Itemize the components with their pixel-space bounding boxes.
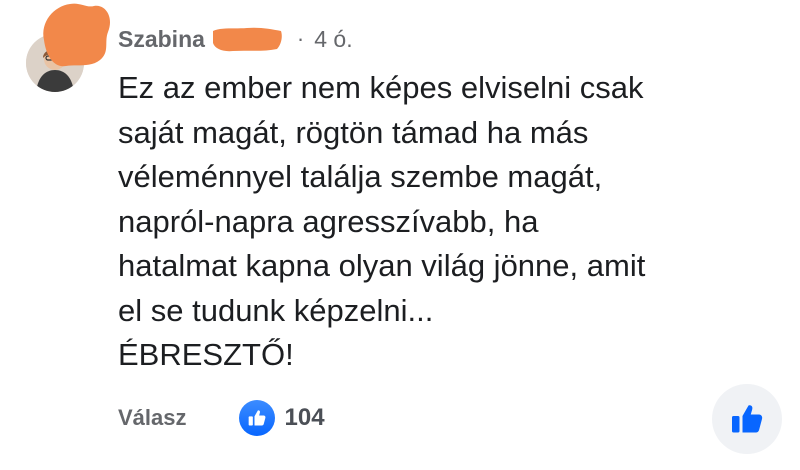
like-icon [238, 400, 275, 436]
comment-line: Ez az ember nem képes elviselni csak [118, 70, 644, 105]
reaction-summary[interactable]: 104 [238, 400, 325, 436]
comment-line: véleménnyel találja szembe magát, [118, 159, 603, 194]
author-name[interactable]: Szabina [118, 26, 205, 53]
redaction-mark [43, 3, 111, 67]
comment-line: ÉBRESZTŐ! [118, 337, 294, 372]
comment-text: Ez az ember nem képes elviselni csak saj… [118, 66, 778, 378]
name-redaction-mark [211, 27, 283, 52]
comment: Szabina · 4 ó. Ez az ember nem képes elv… [0, 0, 800, 470]
comment-line: saját magát, rögtön támad ha más [118, 114, 589, 150]
reaction-count: 104 [284, 404, 325, 431]
reply-button[interactable]: Válasz [118, 405, 187, 431]
comment-actions: Válasz 104 [118, 398, 325, 438]
comment-line: hatalmat kapna olyan világ jönne, amit [118, 248, 646, 283]
comment-line: el se tudunk képzelni... [118, 292, 434, 328]
like-button[interactable] [712, 384, 782, 454]
thumbs-up-icon [732, 405, 763, 433]
comment-line: napról-napra agresszívabb, ha [118, 203, 539, 239]
meta-separator: · [296, 26, 305, 51]
comment-header: Szabina · 4 ó. [118, 22, 353, 56]
comment-timestamp[interactable]: 4 ó. [314, 26, 352, 53]
